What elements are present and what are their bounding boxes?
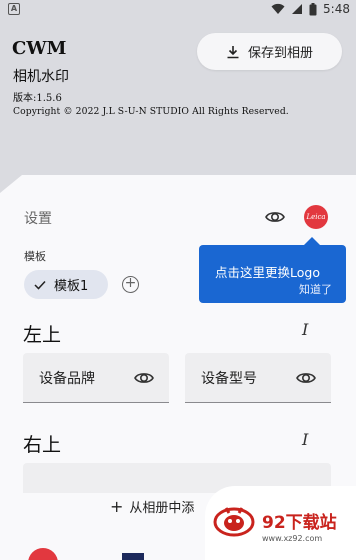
status-bar: A 5:48 — [0, 0, 356, 20]
app-subtitle: 相机水印 — [13, 69, 69, 85]
template-chip-label: 模板1 — [54, 279, 89, 294]
logo-selector-button[interactable]: Leica — [304, 205, 328, 229]
download-icon — [227, 45, 239, 58]
settings-label: 设置 — [24, 211, 52, 227]
section-title-top-left: 左上 — [23, 324, 62, 346]
edit-icon[interactable]: I — [302, 320, 308, 339]
check-icon — [34, 280, 46, 290]
bottom-thumbnail[interactable] — [122, 553, 144, 560]
template-label: 模板 — [24, 250, 46, 263]
add-template-icon[interactable]: + — [122, 276, 139, 293]
device-model-field[interactable]: 设备型号 — [185, 353, 331, 403]
app-name: CWM — [12, 38, 67, 59]
device-brand-field[interactable]: 设备品牌 — [23, 353, 169, 403]
watermark-url: www.xz92.com — [262, 534, 323, 543]
plus-icon: + — [110, 497, 124, 516]
watermark-text: 92下载站 — [262, 513, 337, 533]
signal-icon — [292, 4, 303, 14]
eye-icon[interactable] — [295, 369, 317, 387]
save-to-album-button[interactable]: 保存到相册 — [197, 33, 342, 70]
copyright-text: Copyright © 2022 J.L S-U-N STUDIO All Ri… — [13, 106, 289, 117]
save-button-label: 保存到相册 — [247, 46, 313, 61]
section-title-top-right: 右上 — [23, 434, 62, 456]
status-icons: 5:48 — [271, 2, 350, 16]
sheet-corner — [0, 175, 22, 193]
watermark-logo-icon — [213, 507, 255, 537]
add-from-album-label: 从相册中添 — [129, 501, 195, 516]
battery-icon — [309, 2, 317, 15]
wifi-icon — [271, 3, 285, 15]
version-text: 版本:1.5.6 — [13, 93, 62, 104]
edit-icon[interactable]: I — [302, 430, 308, 449]
leica-logo-icon: Leica — [306, 213, 326, 221]
field-label: 设备品牌 — [39, 371, 95, 387]
notification-icon: A — [8, 3, 20, 15]
clock: 5:48 — [323, 2, 350, 16]
tooltip-dismiss-button[interactable]: 知道了 — [299, 281, 332, 297]
template-chip-1[interactable]: 模板1 — [24, 270, 108, 299]
field-label: 设备型号 — [201, 371, 257, 387]
eye-icon[interactable] — [264, 206, 286, 228]
add-from-album-button[interactable]: + 从相册中添 — [110, 497, 194, 516]
logo-tooltip: 点击这里更换Logo 知道了 — [199, 237, 346, 303]
tooltip-text: 点击这里更换Logo — [215, 265, 320, 280]
eye-icon[interactable] — [133, 369, 155, 387]
